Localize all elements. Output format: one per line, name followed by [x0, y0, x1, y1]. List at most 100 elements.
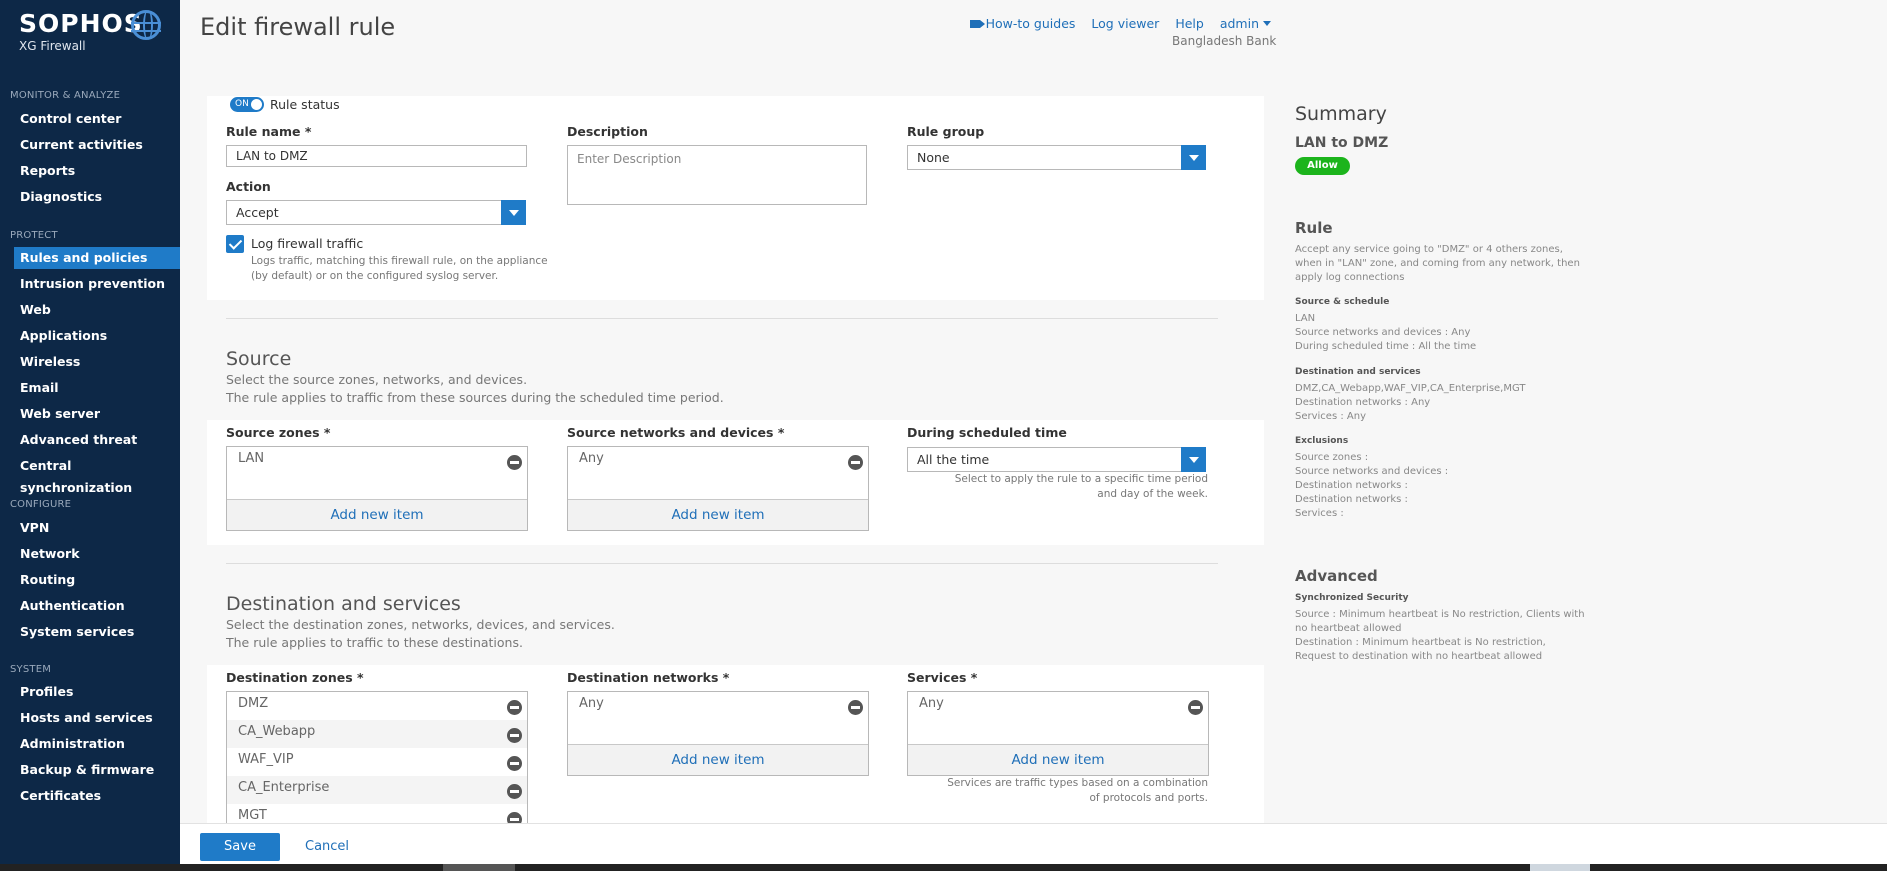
- summary-sync-line: Source : Minimum heartbeat is No restric…: [1295, 609, 1585, 634]
- toggle-label: ON: [235, 99, 249, 109]
- chevron-down-icon[interactable]: [1181, 145, 1206, 170]
- rule-name-input[interactable]: LAN to DMZ: [226, 145, 527, 167]
- remove-icon[interactable]: [848, 700, 863, 715]
- list-item-label: WAF_VIP: [238, 752, 294, 767]
- sidebar-item-authentication[interactable]: Authentication: [14, 595, 180, 617]
- rule-group-label: Rule group: [907, 124, 985, 139]
- add-destination-network-button[interactable]: Add new item: [568, 744, 868, 775]
- rule-group-select[interactable]: None: [907, 145, 1206, 170]
- summary-sync-heading: Synchronized Security: [1295, 593, 1409, 603]
- list-item: LAN: [227, 447, 527, 475]
- remove-icon[interactable]: [507, 756, 522, 771]
- summary-rule-heading: Rule: [1295, 219, 1333, 237]
- scrollbar-segment: [443, 864, 515, 871]
- chevron-down-icon[interactable]: [501, 200, 526, 225]
- add-source-zone-button[interactable]: Add new item: [227, 499, 527, 530]
- remove-icon[interactable]: [1188, 700, 1203, 715]
- description-textarea[interactable]: Enter Description: [567, 145, 867, 205]
- remove-icon[interactable]: [507, 455, 522, 470]
- source-networks-label: Source networks and devices *: [567, 425, 785, 440]
- source-zones-label: Source zones *: [226, 425, 331, 440]
- howto-guides-link[interactable]: How-to guides: [969, 16, 1075, 31]
- sidebar-item-reports[interactable]: Reports: [14, 160, 180, 182]
- sidebar-item-administration[interactable]: Administration: [14, 733, 180, 755]
- save-button[interactable]: Save: [200, 833, 280, 861]
- summary-exclusion-line: Services :: [1295, 508, 1344, 519]
- sidebar-item-intrusion-prevention[interactable]: Intrusion prevention: [14, 273, 180, 295]
- summary-rule-name: LAN to DMZ: [1295, 135, 1389, 151]
- sidebar-item-profiles[interactable]: Profiles: [14, 681, 180, 703]
- summary-destination-line: DMZ,CA_Webapp,WAF_VIP,CA_Enterprise,MGT: [1295, 383, 1526, 394]
- scrollbar-segment: [1530, 864, 1590, 871]
- sidebar-item-central-synchronization[interactable]: Central synchronization: [14, 455, 180, 495]
- sidebar-item-current-activities[interactable]: Current activities: [14, 134, 180, 156]
- section-protect: PROTECT: [10, 230, 58, 241]
- services-list: Any Add new item: [907, 691, 1209, 776]
- list-item-label: MGT: [238, 808, 267, 823]
- help-link[interactable]: Help: [1175, 16, 1204, 31]
- sidebar-item-vpn[interactable]: VPN: [14, 517, 180, 539]
- top-links: How-to guides Log viewer Help admin: [969, 16, 1271, 31]
- admin-menu[interactable]: admin: [1220, 16, 1271, 31]
- rule-status-toggle[interactable]: ON: [230, 97, 264, 112]
- sidebar-item-advanced-threat[interactable]: Advanced threat: [14, 429, 180, 451]
- sidebar-item-wireless[interactable]: Wireless: [14, 351, 180, 373]
- summary-source-line: During scheduled time : All the time: [1295, 341, 1477, 352]
- add-service-button[interactable]: Add new item: [908, 744, 1208, 775]
- footer-bar: Save Cancel: [180, 823, 1887, 864]
- summary-source-heading: Source & schedule: [1295, 297, 1390, 307]
- summary-sync-line: Destination : Minimum heartbeat is No re…: [1295, 637, 1546, 662]
- summary-exclusion-line: Destination networks :: [1295, 480, 1408, 491]
- sidebar-item-control-center[interactable]: Control center: [14, 108, 180, 130]
- log-hint: Logs traffic, matching this firewall rul…: [251, 255, 548, 282]
- sophos-logo[interactable]: SOPHOS XG Firewall: [19, 9, 161, 53]
- schedule-label: During scheduled time: [907, 425, 1067, 440]
- sidebar-item-diagnostics[interactable]: Diagnostics: [14, 186, 180, 208]
- sidebar-item-backup-firmware[interactable]: Backup & firmware: [14, 759, 180, 781]
- chevron-down-icon[interactable]: [1181, 447, 1206, 472]
- summary-rule-text: Accept any service going to "DMZ" or 4 o…: [1295, 244, 1580, 283]
- brand-name: SOPHOS: [19, 9, 143, 38]
- sidebar-item-hosts-and-services[interactable]: Hosts and services: [14, 707, 180, 729]
- section-configure: CONFIGURE: [10, 499, 72, 510]
- sidebar-item-routing[interactable]: Routing: [14, 569, 180, 591]
- chevron-down-icon: [1263, 21, 1271, 26]
- sidebar-item-network[interactable]: Network: [14, 543, 180, 565]
- action-label: Action: [226, 179, 271, 194]
- remove-icon[interactable]: [507, 700, 522, 715]
- summary-exclusion-line: Source networks and devices :: [1295, 466, 1449, 477]
- list-item-label: CA_Webapp: [238, 724, 316, 739]
- status-badge: Allow: [1295, 157, 1350, 175]
- video-icon: [969, 19, 985, 28]
- sidebar-item-web-server[interactable]: Web server: [14, 403, 180, 425]
- remove-icon[interactable]: [848, 455, 863, 470]
- schedule-hint: Select to apply the rule to a specific t…: [954, 473, 1208, 500]
- add-source-network-button[interactable]: Add new item: [568, 499, 868, 530]
- remove-icon[interactable]: [507, 728, 522, 743]
- sidebar-item-certificates[interactable]: Certificates: [14, 785, 180, 807]
- globe-icon: [131, 10, 161, 40]
- section-system: SYSTEM: [10, 664, 52, 675]
- summary-title: Summary: [1295, 103, 1387, 125]
- schedule-select[interactable]: All the time: [907, 447, 1206, 472]
- sidebar: SOPHOS XG Firewall MONITOR & ANALYZE Con…: [0, 0, 180, 871]
- page-title: Edit firewall rule: [200, 13, 396, 41]
- sidebar-item-system-services[interactable]: System services: [14, 621, 180, 643]
- section-monitor: MONITOR & ANALYZE: [10, 90, 121, 101]
- sidebar-item-web[interactable]: Web: [14, 299, 180, 321]
- cancel-button[interactable]: Cancel: [305, 833, 349, 861]
- sidebar-item-email[interactable]: Email: [14, 377, 180, 399]
- action-select[interactable]: Accept: [226, 200, 526, 225]
- divider: [226, 318, 1218, 319]
- organization-name: Bangladesh Bank: [1172, 34, 1277, 48]
- destination-networks-label: Destination networks *: [567, 670, 730, 685]
- sidebar-item-applications[interactable]: Applications: [14, 325, 180, 347]
- log-viewer-link[interactable]: Log viewer: [1091, 16, 1159, 31]
- summary-destination-heading: Destination and services: [1295, 367, 1421, 377]
- remove-icon[interactable]: [507, 784, 522, 799]
- list-item-label: Any: [579, 451, 604, 466]
- log-firewall-traffic-checkbox[interactable]: [226, 235, 244, 253]
- remove-icon[interactable]: [507, 812, 522, 823]
- list-item-label: Any: [579, 696, 604, 711]
- sidebar-item-rules-and-policies[interactable]: Rules and policies: [14, 247, 180, 269]
